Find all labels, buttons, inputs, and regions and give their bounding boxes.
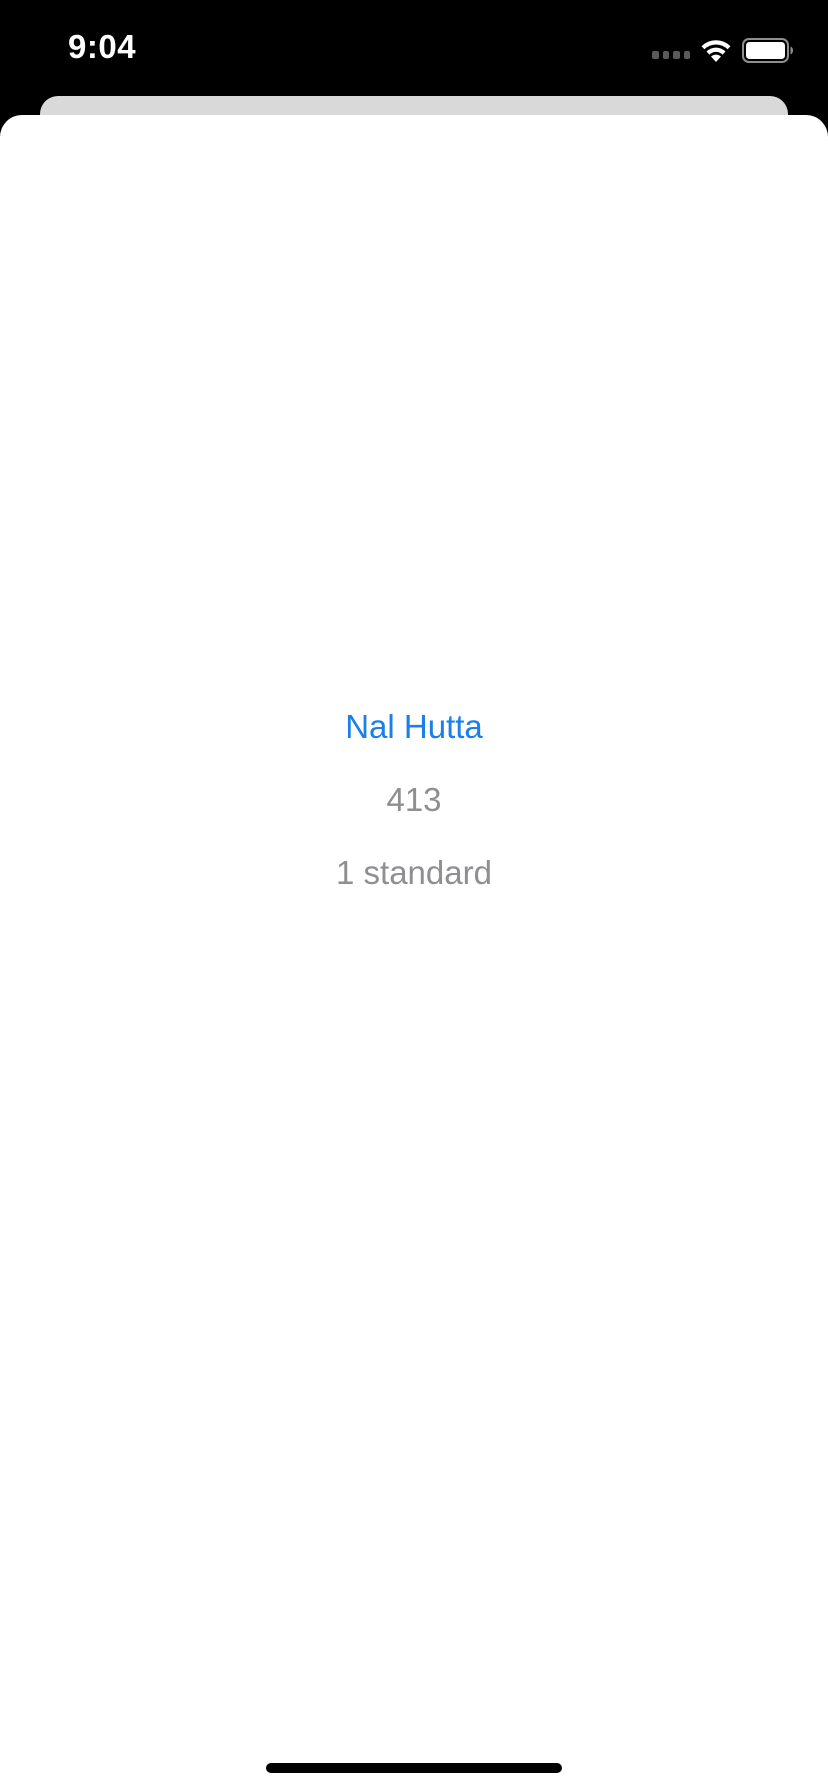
status-bar: 9:04 — [0, 0, 828, 96]
name-link[interactable]: Nal Hutta — [0, 707, 828, 747]
detail-label: 1 standard — [336, 854, 492, 891]
modal-sheet — [0, 115, 828, 1792]
number-label: 413 — [386, 781, 442, 818]
status-time: 9:04 — [68, 28, 137, 65]
screen: 9:04 Nal Hutta 413 1 standard — [0, 0, 828, 1792]
cellular-signal-icon — [652, 51, 690, 61]
wifi-icon — [701, 40, 731, 62]
battery-icon — [742, 38, 793, 63]
home-indicator[interactable] — [266, 1763, 562, 1773]
sheet-content: Nal Hutta 413 1 standard — [0, 707, 828, 893]
